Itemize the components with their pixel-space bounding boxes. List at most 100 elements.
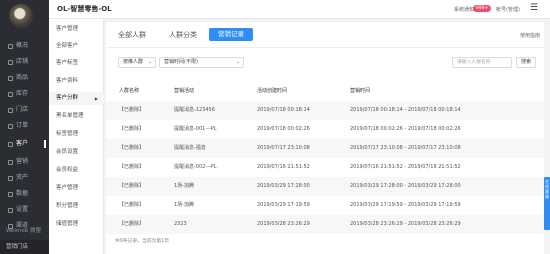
sidebar-item-4[interactable]: 门店 <box>0 104 49 116</box>
cell-campaign: 提醒消息-福音 <box>174 145 206 151</box>
cell-group-name: 【已删除】 <box>119 126 145 132</box>
search-input[interactable]: 请输入人群名称 <box>452 57 512 68</box>
cell-campaign: 1场-加腾 <box>174 183 194 189</box>
cell-campaign: 提醒消息-002---PL <box>174 164 217 170</box>
store-icon <box>8 59 13 65</box>
subnav-item-7[interactable]: 会员设置 <box>49 146 104 159</box>
cell-group-name: 【已删除】 <box>119 107 145 113</box>
subnav-item-1[interactable]: 全部客户 <box>49 40 104 53</box>
brand-name: Weimob 微盟 <box>6 228 41 234</box>
sidebar-item-label: 营销 <box>16 158 29 165</box>
data-icon <box>8 191 13 197</box>
cell-marketing-time: 2019/07/17 23:10:08 - 2019/07/17 23:10:0… <box>350 145 461 151</box>
col-campaign: 营销活动 <box>174 88 195 94</box>
cell-created-time: 2019/03/29 17:28:00 <box>257 183 310 189</box>
main-sidebar: 概况 店铺 商品 库存 门店 订单 客户 营销 资产 数据 设置 渠道 Weimob 微盟 营销门店 <box>0 0 49 254</box>
cell-created-time: 2019/07/17 23:10:08 <box>257 145 310 151</box>
sidebar-item-10[interactable]: 设置 <box>0 204 49 216</box>
sidebar-item-7[interactable]: 营销 <box>0 156 49 168</box>
tab-marketing-records[interactable]: 营销记录 <box>209 28 253 41</box>
tab-group-categories[interactable]: 人群分类 <box>169 30 197 40</box>
sidebar-item-label: 数据 <box>16 190 29 197</box>
chevron-down-icon: ⌄ <box>147 59 152 65</box>
shop-icon <box>8 107 13 113</box>
online-service-widget[interactable]: 在线客服 <box>544 177 550 230</box>
table-row[interactable]: 【已删除】 提醒消息-123456 2019/07/18 00:18:14 2019/… <box>106 101 544 120</box>
table-row[interactable]: 【已删除】 2323 2019/03/28 23:26:29 2019/03/28 2… <box>106 215 544 234</box>
cell-created-time: 2019/03/28 23:26:29 <box>257 221 310 227</box>
sidebar-item-8[interactable]: 资产 <box>0 172 49 184</box>
sidebar-item-1[interactable]: 店铺 <box>0 56 49 68</box>
subnav-item-6[interactable]: 标签管理 <box>49 128 104 141</box>
sidebar-item-3[interactable]: 库存 <box>0 88 49 100</box>
sidebar-item-label: 订单 <box>16 122 29 129</box>
main-panel: 全部人群 人群分类 营销记录 使用指南 按推人群 ⌄ 营销时间(不限) ⌄ 请输… <box>106 22 544 254</box>
cell-group-name: 【已删除】 <box>119 164 145 170</box>
subnav-item-0[interactable]: 客户管理 <box>49 23 104 36</box>
cell-marketing-time: 2019/07/18 00:18:14 - 2019/07/18 00:18:1… <box>350 107 461 113</box>
table-row[interactable]: 【已删除】 1场-加腾 2019/03/29 17:28:00 2019/03/29 … <box>106 177 544 196</box>
sidebar-item-label: 库存 <box>16 90 29 97</box>
subnav-item-3[interactable]: 客户资料 <box>49 75 104 88</box>
subnav-item-5[interactable]: 黑名单管理 <box>49 110 104 123</box>
tab-bar: 全部人群 人群分类 营销记录 使用指南 <box>106 22 544 48</box>
store-logo[interactable] <box>9 4 33 28</box>
col-marketing-time: 营销时间 <box>350 88 371 94</box>
subnav-item-10[interactable]: 积分管理 <box>49 200 104 213</box>
cell-marketing-time: 2019/03/29 17:28:00 - 2019/03/29 17:28:0… <box>350 183 461 189</box>
cell-marketing-time: 2019/03/28 23:26:29 - 2019/03/28 23:26:2… <box>350 221 461 227</box>
cell-group-name: 【已删除】 <box>119 221 145 227</box>
type-select[interactable]: 按推人群 ⌄ <box>118 57 156 68</box>
type-select-value: 按推人群 <box>123 59 144 65</box>
col-group-name: 人群名称 <box>119 88 140 94</box>
time-select[interactable]: 营销时间(不限) ⌄ <box>159 57 244 68</box>
table-row[interactable]: 【已删除】 提醒消息-福音 2019/07/17 23:10:08 2019/07/1… <box>106 139 544 158</box>
cell-campaign: 2323 <box>174 221 187 227</box>
hamburger-icon[interactable]: ☰ <box>530 4 538 13</box>
cell-created-time: 2019/03/29 17:19:59 <box>257 202 310 208</box>
sub-sidebar: 客户管理全部客户客户标签客户资料客户分群黑名单管理标签管理会员设置会员权益客户管… <box>49 19 104 254</box>
cell-group-name: 【已删除】 <box>119 183 145 189</box>
cell-marketing-time: 2019/07/18 00:02:26 - 2019/07/18 00:02:2… <box>350 126 461 132</box>
cell-campaign: 提醒消息-001---PL <box>174 126 217 132</box>
settings-icon <box>8 207 13 213</box>
marketing-icon <box>8 159 13 165</box>
sidebar-item-label: 商品 <box>16 74 29 81</box>
sidebar-item-6[interactable]: 客户 <box>0 138 49 150</box>
sidebar-item-label: 概况 <box>16 42 29 49</box>
account-menu[interactable]: 帐号(管理) <box>496 6 520 13</box>
search-button[interactable]: 搜索 <box>516 57 536 68</box>
notice-badge: 999+ <box>473 5 492 12</box>
asset-icon <box>8 175 13 181</box>
customer-icon <box>8 141 13 147</box>
sidebar-item-label: 门店 <box>16 106 29 113</box>
cell-group-name: 【已删除】 <box>119 202 145 208</box>
cell-campaign: 提醒消息-123456 <box>174 107 215 113</box>
cell-created-time: 2019/07/16 21:51:52 <box>257 164 310 170</box>
table-row[interactable]: 【已删除】 提醒消息-002---PL 2019/07/16 21:51:52 201… <box>106 158 544 177</box>
help-link[interactable]: 使用指南 <box>520 32 540 39</box>
system-notice-link[interactable]: 系统通知 <box>454 6 474 13</box>
subnav-item-8[interactable]: 会员权益 <box>49 164 104 177</box>
subnav-item-9[interactable]: 客户管理 <box>49 182 104 195</box>
goods-icon <box>8 75 13 81</box>
subnav-item-2[interactable]: 客户标签 <box>49 57 104 70</box>
sidebar-footer[interactable]: 营销门店 <box>0 240 49 254</box>
subnav-item-11[interactable]: 储值管理 <box>49 218 104 231</box>
sidebar-item-2[interactable]: 商品 <box>0 72 49 84</box>
sidebar-item-0[interactable]: 概况 <box>0 40 49 52</box>
tab-all-groups[interactable]: 全部人群 <box>118 30 146 40</box>
cell-campaign: 1场-加腾 <box>174 202 194 208</box>
sidebar-item-5[interactable]: 订单 <box>0 120 49 132</box>
sidebar-item-9[interactable]: 数据 <box>0 188 49 200</box>
subnav-item-4[interactable]: 客户分群 <box>49 92 104 105</box>
chevron-down-icon: ⌄ <box>235 59 240 65</box>
table-row[interactable]: 【已删除】 提醒消息-001---PL 2019/07/18 00:02:26 201… <box>106 120 544 139</box>
time-select-value: 营销时间(不限) <box>164 59 198 65</box>
inventory-icon <box>8 91 13 97</box>
table-row[interactable]: 【已删除】 1场-加腾 2019/03/29 17:19:59 2019/03/29 … <box>106 196 544 215</box>
sidebar-item-label: 客户 <box>16 140 29 147</box>
col-created-time: 活动创建时间 <box>257 88 288 94</box>
cell-group-name: 【已删除】 <box>119 145 145 151</box>
cell-marketing-time: 2019/07/16 21:51:52 - 2019/07/16 21:51:5… <box>350 164 461 170</box>
